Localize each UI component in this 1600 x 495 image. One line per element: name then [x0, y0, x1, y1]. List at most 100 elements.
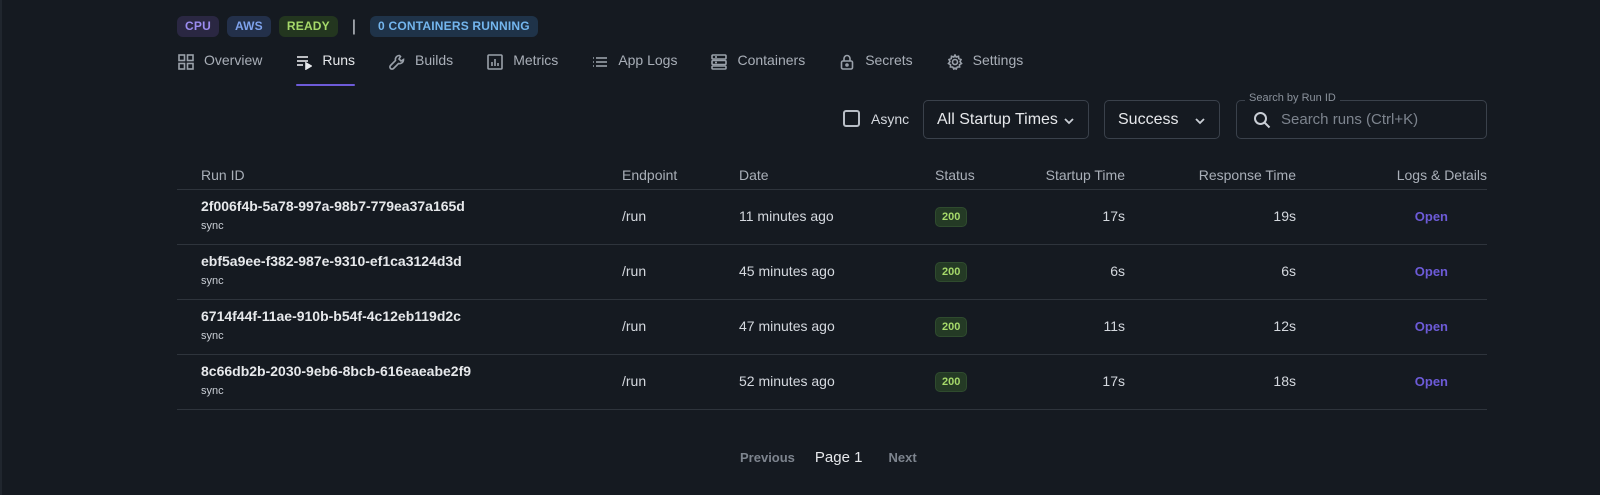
search-legend: Search by Run ID: [1245, 92, 1340, 104]
tab-metrics[interactable]: Metrics: [487, 44, 558, 86]
response-time-cell: 6s: [1281, 263, 1296, 279]
search-field[interactable]: [1236, 100, 1487, 139]
run-mode: sync: [201, 220, 224, 232]
lock-icon: [839, 54, 855, 70]
table-row[interactable]: 8c66db2b-2030-9eb6-8bcb-616eaeabe2f9 syn…: [177, 355, 1487, 410]
table-row[interactable]: 6714f44f-11ae-910b-b54f-4c12eb119d2c syn…: [177, 300, 1487, 355]
header-logs-details: Logs & Details: [1396, 167, 1487, 183]
status-cell: 200: [935, 207, 968, 227]
status-filter[interactable]: Success: [1104, 100, 1220, 139]
status-cell: 200: [935, 317, 968, 337]
tab-label: Builds: [415, 52, 454, 68]
tab-overview[interactable]: Overview: [178, 44, 262, 86]
async-label: Async: [871, 110, 910, 127]
status-badge: 200: [935, 317, 968, 337]
chevron-down-icon: [1063, 114, 1075, 126]
endpoint-cell: /run: [622, 373, 647, 389]
runs-list-icon: [296, 54, 313, 71]
endpoint-cell: /run: [622, 208, 647, 224]
wrench-icon: [389, 54, 405, 70]
containers-running-badge: 0 CONTAINERS RUNNING: [370, 16, 538, 37]
status-badges: CPU AWS READY | 0 CONTAINERS RUNNING: [177, 16, 546, 37]
badge-separator: |: [351, 17, 357, 35]
run-mode: sync: [201, 275, 224, 287]
chevron-down-icon: [1194, 114, 1206, 126]
bar-chart-icon: [487, 54, 503, 70]
open-link[interactable]: Open: [1415, 209, 1448, 224]
tab-label: Containers: [737, 52, 806, 68]
tab-runs[interactable]: Runs: [296, 44, 355, 86]
open-link[interactable]: Open: [1415, 264, 1448, 279]
search-icon: [1253, 111, 1271, 129]
status-filter-value: Success: [1118, 110, 1179, 128]
date-cell: 45 minutes ago: [739, 263, 835, 279]
header-startup-time[interactable]: Startup Time: [1046, 167, 1125, 183]
tab-builds[interactable]: Builds: [389, 44, 453, 86]
header-date[interactable]: Date: [739, 167, 769, 183]
search-input[interactable]: [1281, 111, 1481, 128]
status-cell: 200: [935, 372, 968, 392]
run-id: 8c66db2b-2030-9eb6-8bcb-616eaeabe2f9: [201, 363, 472, 379]
startup-time-cell: 17s: [1102, 208, 1125, 224]
gear-icon: [946, 53, 963, 71]
run-id: 6714f44f-11ae-910b-b54f-4c12eb119d2c: [201, 308, 461, 324]
endpoint-cell: /run: [622, 263, 647, 279]
tab-label: Settings: [972, 52, 1024, 68]
grid-icon: [178, 54, 194, 70]
table-row[interactable]: ebf5a9ee-f382-987e-9310-ef1ca3124d3d syn…: [177, 245, 1487, 300]
run-id: 2f006f4b-5a78-997a-98b7-779ea37a165d: [201, 198, 465, 214]
date-cell: 52 minutes ago: [739, 373, 835, 389]
status-badge: 200: [935, 262, 968, 282]
startup-time-cell: 17s: [1102, 373, 1125, 389]
startup-filter-value: All Startup Times: [937, 110, 1058, 128]
status-cell: 200: [935, 262, 968, 282]
aws-badge: AWS: [226, 16, 271, 37]
tab-label: Metrics: [513, 52, 559, 68]
runs-table: Run ID Endpoint Date Status Startup Time…: [177, 160, 1487, 410]
header-response-time[interactable]: Response Time: [1199, 167, 1296, 183]
startup-time-cell: 6s: [1110, 263, 1125, 279]
open-link[interactable]: Open: [1415, 319, 1448, 334]
run-id-cell: 2f006f4b-5a78-997a-98b7-779ea37a165d syn…: [201, 198, 465, 232]
tab-settings[interactable]: Settings: [946, 44, 1024, 86]
tab-app-logs[interactable]: App Logs: [592, 44, 677, 86]
date-cell: 11 minutes ago: [739, 208, 834, 224]
header-status[interactable]: Status: [935, 167, 975, 183]
page-indicator: Page 1: [814, 449, 863, 466]
startup-time-filter[interactable]: All Startup Times: [923, 100, 1089, 139]
run-id-cell: 8c66db2b-2030-9eb6-8bcb-616eaeabe2f9 syn…: [201, 363, 471, 397]
response-time-cell: 12s: [1273, 318, 1296, 334]
status-badge: 200: [935, 372, 968, 392]
next-page-button[interactable]: Next: [888, 450, 916, 465]
header-endpoint[interactable]: Endpoint: [622, 167, 677, 183]
previous-page-button[interactable]: Previous: [740, 450, 795, 465]
response-time-cell: 18s: [1273, 373, 1296, 389]
run-mode: sync: [201, 385, 224, 397]
tab-label: Secrets: [865, 52, 913, 68]
tab-containers[interactable]: Containers: [711, 44, 805, 86]
ready-badge: READY: [278, 16, 338, 37]
response-time-cell: 19s: [1273, 208, 1296, 224]
run-id-cell: ebf5a9ee-f382-987e-9310-ef1ca3124d3d syn…: [201, 253, 462, 287]
async-checkbox[interactable]: [843, 110, 860, 127]
table-row[interactable]: 2f006f4b-5a78-997a-98b7-779ea37a165d syn…: [177, 190, 1487, 245]
left-border: [0, 0, 2, 495]
endpoint-cell: /run: [622, 318, 647, 334]
startup-time-cell: 11s: [1103, 318, 1125, 334]
run-id-cell: 6714f44f-11ae-910b-b54f-4c12eb119d2c syn…: [201, 308, 461, 342]
status-badge: 200: [935, 207, 968, 227]
tab-bar: Overview Runs Builds Metrics App Logs Co…: [178, 44, 1057, 86]
run-mode: sync: [201, 330, 224, 342]
tab-label: Runs: [322, 52, 356, 68]
open-link[interactable]: Open: [1415, 374, 1448, 389]
header-run-id[interactable]: Run ID: [201, 167, 245, 183]
container-icon: [711, 54, 728, 70]
table-header: Run ID Endpoint Date Status Startup Time…: [177, 160, 1487, 190]
tab-label: App Logs: [618, 52, 678, 68]
tab-label: Overview: [204, 52, 263, 68]
date-cell: 47 minutes ago: [739, 318, 835, 334]
async-toggle[interactable]: Async: [843, 110, 909, 127]
pagination: Previous Page 1 Next: [740, 449, 917, 466]
tab-secrets[interactable]: Secrets: [839, 44, 913, 86]
list-icon: [592, 54, 608, 70]
